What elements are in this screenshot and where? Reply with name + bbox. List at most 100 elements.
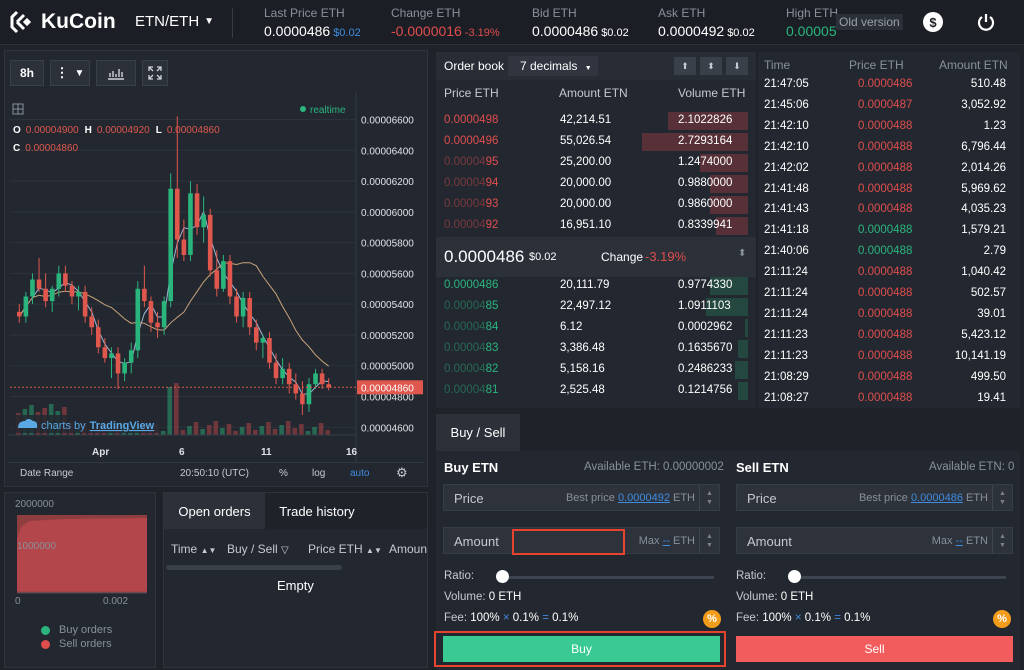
order-book-row[interactable]: 0.0000492 16,951.10 0.8339941 [436,215,756,236]
candle-body[interactable] [247,298,252,328]
buy-ratio-knob[interactable] [496,570,509,583]
candle-body[interactable] [234,296,239,317]
sell-best-price-link[interactable]: 0.0000486 [911,492,963,504]
candle-body[interactable] [280,368,285,379]
sell-side-view-button[interactable]: ⬆ [674,57,696,75]
candle-body[interactable] [181,239,187,255]
candle-body[interactable] [142,288,147,302]
stepper-icon[interactable]: ▲ ▼ [992,485,1012,510]
fullscreen-button[interactable] [142,60,168,86]
stepper-icon[interactable]: ▲ ▼ [699,485,719,510]
candle-body[interactable] [207,214,213,271]
candle-body[interactable] [155,322,160,328]
candle-body[interactable] [175,188,180,240]
candle-body[interactable] [188,193,193,255]
order-book-row[interactable]: 0.0000482 5,158.16 0.2486233 [436,359,756,380]
col-side[interactable]: Buy / Sell ▽ [227,542,289,556]
order-book-row[interactable]: 0.0000494 20,000.00 0.9880000 [436,173,756,194]
sell-max-link[interactable]: -- [956,535,963,547]
both-sides-view-button[interactable]: ⬍ [700,57,722,75]
candle-body[interactable] [115,353,121,374]
log-toggle[interactable]: log [312,468,325,479]
fee-discount-icon[interactable]: % [703,610,721,628]
tab-buy-sell[interactable]: Buy / Sell [436,414,520,451]
candle-body[interactable] [135,288,141,351]
candle-body[interactable] [227,261,233,297]
sell-ratio-slider[interactable] [792,576,1006,579]
order-book-row[interactable]: 0.0000484 6.12 0.0002962 [436,317,756,338]
fee-discount-icon[interactable]: % [993,610,1011,628]
candle-body[interactable] [240,298,246,317]
candle-body[interactable] [168,188,173,302]
candle-body[interactable] [76,291,81,297]
candle-body[interactable] [293,384,299,394]
power-icon[interactable] [976,12,996,32]
order-book-row[interactable]: 0.0000496 55,026.54 2.7293164 [436,131,756,152]
candle-body[interactable] [148,301,154,323]
candle-body[interactable] [82,291,88,317]
candle-body[interactable] [273,362,279,379]
candlestick-chart[interactable]: 0.00006600 0.00006400 0.00006200 0.00006000… [8,93,424,463]
candle-body[interactable] [36,279,42,289]
candle-body[interactable] [89,316,94,328]
gear-icon[interactable]: ⚙ [396,465,408,481]
tab-trade-history[interactable]: Trade history [265,493,369,529]
tradingview-attribution[interactable]: charts by TradingView [41,420,155,432]
candle-body[interactable] [17,311,22,317]
sell-button[interactable]: Sell [736,636,1013,662]
scrollbar[interactable] [166,565,342,570]
candle-body[interactable] [30,279,35,297]
order-book-row[interactable]: 0.0000483 3,386.48 0.1635670 [436,338,756,359]
candle-body[interactable] [49,288,55,302]
buy-best-price-link[interactable]: 0.0000492 [618,492,670,504]
candle-body[interactable] [63,273,68,286]
candle-body[interactable] [56,273,62,289]
candle-body[interactable] [319,373,325,385]
candle-body[interactable] [286,368,292,385]
order-book-row[interactable]: 0.0000485 22,497.12 1.0911103 [436,296,756,317]
col-price[interactable]: Price ETH ▲▼ [308,542,382,556]
col-amount[interactable]: Amoun [389,542,427,556]
candle-body[interactable] [267,338,272,363]
buy-side-view-button[interactable]: ⬇ [726,57,748,75]
candle-body[interactable] [128,350,134,363]
stepper-icon[interactable]: ▲ ▼ [992,528,1012,553]
candle-body[interactable] [214,270,220,289]
dollar-icon[interactable]: $ [923,12,943,32]
candle-body[interactable] [109,353,114,359]
indicators-button[interactable] [96,60,136,86]
candle-body[interactable] [201,214,206,228]
candle-body[interactable] [300,393,305,405]
buy-amount-input[interactable] [512,529,625,555]
stepper-icon[interactable]: ▲ ▼ [699,528,719,553]
candle-body[interactable] [161,301,167,328]
candle-body[interactable] [313,373,318,385]
buy-ratio-slider[interactable] [498,576,714,579]
candle-body[interactable] [43,288,48,302]
old-version-link[interactable]: Old version [836,14,903,30]
sell-ratio-knob[interactable] [788,570,801,583]
order-book-row[interactable]: 0.0000495 25,200.00 1.2474000 [436,152,756,173]
pair-selector[interactable]: ETN/ETH ▼ [135,13,214,30]
buy-max-link[interactable]: -- [663,535,670,547]
candle-body[interactable] [69,285,75,297]
date-range-button[interactable]: Date Range [20,468,73,479]
order-book-row[interactable]: 0.0000486 20,111.79 0.9774330 [436,275,756,296]
percent-toggle[interactable]: % [279,468,288,479]
kucoin-logo[interactable]: KuCoin [10,10,116,34]
auto-toggle[interactable]: auto [350,468,369,479]
candle-body[interactable] [96,327,101,348]
candle-body[interactable] [194,193,200,228]
decimals-select[interactable]: 7 decimals ▼ [508,56,598,76]
sell-price-input[interactable]: Price Best price 0.0000486 ETH ▲ ▼ [736,484,1013,511]
candle-body[interactable] [23,296,29,317]
interval-dropdown[interactable]: ⋮ ▼ [50,60,90,86]
tab-open-orders[interactable]: Open orders [164,493,265,529]
candle-body[interactable] [102,347,108,359]
candle-body[interactable] [122,362,127,374]
buy-button[interactable]: Buy [443,636,720,662]
col-time[interactable]: Time ▲▼ [171,542,216,556]
candle-body[interactable] [260,338,266,343]
candle-body[interactable] [254,327,259,343]
order-book-row[interactable]: 0.0000481 2,525.48 0.1214756 [436,380,756,401]
